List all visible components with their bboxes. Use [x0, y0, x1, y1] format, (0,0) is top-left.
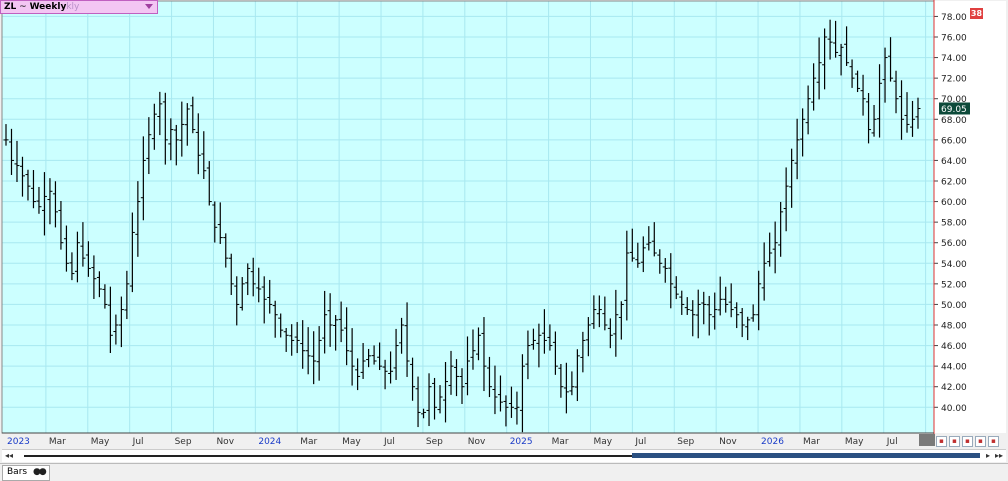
- y-tick-label: 46.00: [941, 342, 967, 352]
- bars-tab[interactable]: Bars ●●: [2, 465, 50, 481]
- period-label: Weekly: [29, 2, 67, 12]
- x-tick-label: Mar: [803, 437, 820, 447]
- layout-button-2[interactable]: ▪: [949, 436, 960, 447]
- scroll-thumb[interactable]: [632, 453, 980, 458]
- y-tick-label: 42.00: [941, 383, 967, 393]
- x-tick-label: Mar: [300, 437, 317, 447]
- x-tick-label: 2024: [258, 437, 281, 447]
- binoculars-icon: ●●: [32, 467, 47, 477]
- y-tick-label: 48.00: [941, 322, 967, 332]
- price-chart[interactable]: 40.00 42.00 44.00 46.00 48.00 50.00 52.00 54.00…: [0, 0, 1008, 463]
- scroll-end-icon[interactable]: ▸▸: [995, 451, 1003, 460]
- layout-button-5[interactable]: ▪: [988, 436, 999, 447]
- y-tick-label: 66.00: [941, 136, 967, 146]
- y-tick-label: 68.00: [941, 116, 967, 126]
- x-tick-label: Sep: [426, 437, 443, 447]
- y-tick-label: 52.00: [941, 280, 967, 290]
- x-tick-label: Sep: [175, 437, 192, 447]
- x-tick-label: May: [845, 437, 864, 447]
- y-tick-label: 72.00: [941, 75, 967, 85]
- x-tick-label: May: [593, 437, 612, 447]
- x-tick-label: 2023: [7, 437, 30, 447]
- horizontal-scrollbar[interactable]: ◂◂ ▸ ▸▸: [2, 449, 1006, 462]
- y-tick-label: 56.00: [941, 239, 967, 249]
- x-tick-label: Jul: [383, 437, 395, 447]
- x-tick-label: Nov: [468, 437, 486, 447]
- x-tick-label: 2025: [510, 437, 533, 447]
- scroll-left-icon[interactable]: ◂◂: [5, 451, 13, 460]
- layout-button-3[interactable]: ▪: [962, 436, 973, 447]
- x-axis-end-strip: [919, 434, 935, 446]
- y-tick-label: 40.00: [941, 404, 967, 414]
- y-tick-label: 58.00: [941, 219, 967, 229]
- symbol-label: ZL: [4, 2, 17, 12]
- x-tick-label: 2026: [761, 437, 784, 447]
- bottom-toolbar: Bars ●●: [0, 463, 1008, 481]
- x-tick-label: Jul: [132, 437, 144, 447]
- x-tick-label: Jul: [634, 437, 646, 447]
- y-tick-label: 54.00: [941, 260, 967, 270]
- corner-badge[interactable]: 38: [970, 8, 983, 19]
- bars-tab-label: Bars: [7, 467, 28, 477]
- x-tick-label: Jul: [886, 437, 898, 447]
- x-tick-label: Sep: [677, 437, 694, 447]
- x-tick-label: Mar: [552, 437, 569, 447]
- chevron-down-icon[interactable]: [145, 4, 153, 9]
- y-tick-label: 64.00: [941, 157, 967, 167]
- period-ghost: kly: [66, 2, 80, 12]
- x-tick-label: Mar: [49, 437, 66, 447]
- x-tick-label: Nov: [719, 437, 737, 447]
- last-price-label: 69.05: [941, 105, 967, 115]
- y-tick-label: 76.00: [941, 34, 967, 44]
- x-tick-label: Nov: [216, 437, 234, 447]
- layout-button-4[interactable]: ▪: [975, 436, 986, 447]
- symbol-period-selector[interactable]: ZL ~ Weeklykly: [0, 0, 158, 14]
- y-tick-label: 44.00: [941, 363, 967, 373]
- y-tick-label: 50.00: [941, 301, 967, 311]
- x-tick-label: May: [342, 437, 361, 447]
- y-tick-label: 78.00: [941, 13, 967, 23]
- y-tick-label: 62.00: [941, 178, 967, 188]
- y-tick-label: 60.00: [941, 198, 967, 208]
- y-tick-label: 74.00: [941, 54, 967, 64]
- layout-button-1[interactable]: ▪: [936, 436, 947, 447]
- x-tick-label: May: [91, 437, 110, 447]
- tilde-icon: ~: [19, 2, 27, 12]
- scroll-right-icon[interactable]: ▸: [986, 451, 990, 460]
